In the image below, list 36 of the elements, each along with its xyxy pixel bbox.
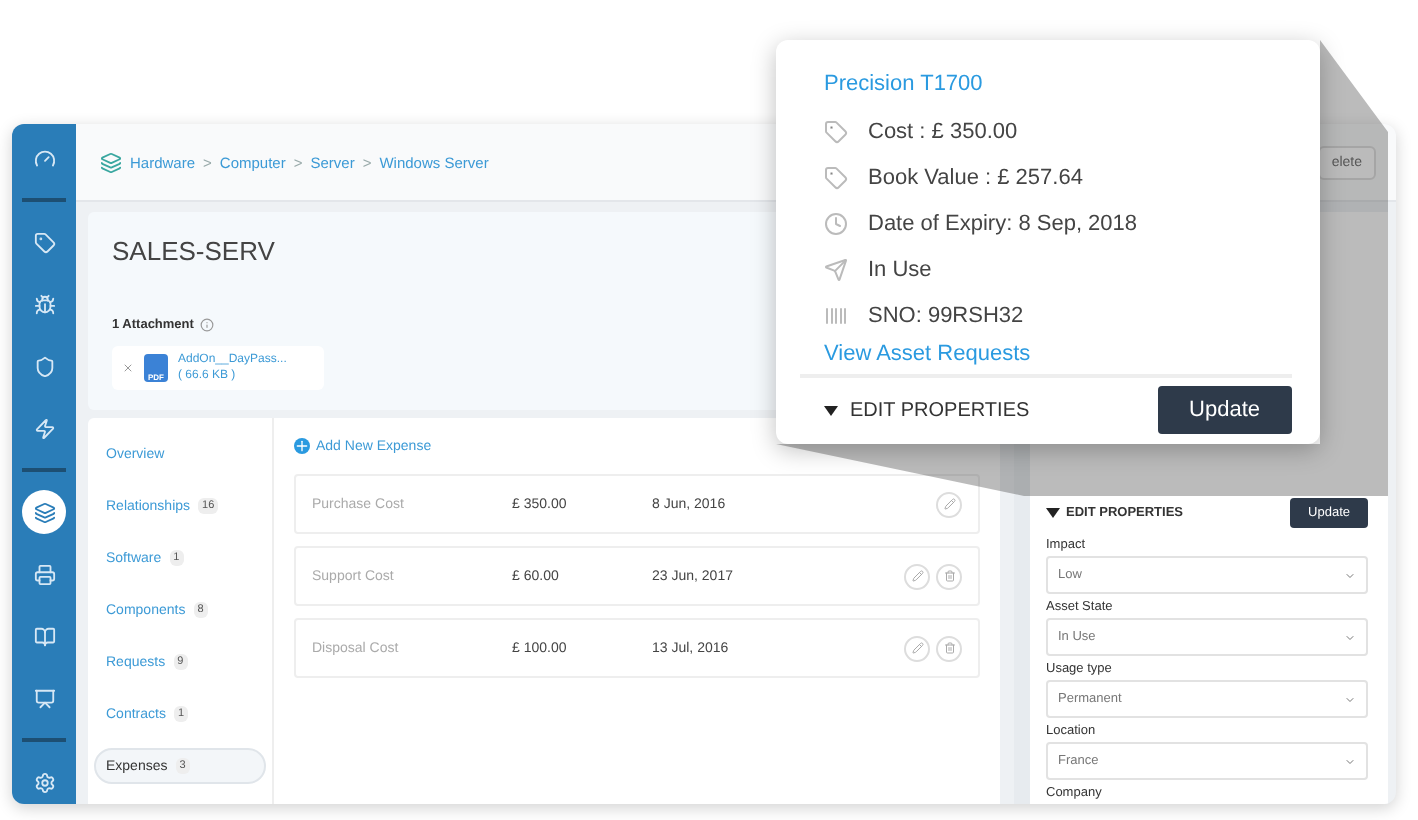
close-icon[interactable] — [122, 362, 134, 374]
popup-title: Precision T1700 — [824, 72, 985, 96]
trash-icon — [943, 642, 955, 654]
asset-title: SALES-SERV — [112, 236, 277, 266]
chevron-icon — [1344, 631, 1356, 643]
edit-button[interactable] — [904, 563, 930, 589]
edit-properties-toggle[interactable]: EDIT PROPERTIES — [824, 399, 1030, 421]
edit-button[interactable] — [904, 635, 930, 661]
tag-icon — [824, 165, 848, 189]
pencil-icon — [911, 570, 923, 582]
detail-text: SNO: 99RSH32 — [868, 303, 1024, 327]
info-icon — [199, 318, 214, 332]
barcode-icon — [824, 303, 848, 327]
edit-button[interactable] — [936, 491, 962, 517]
chevron-icon — [1344, 569, 1356, 581]
chevron-icon — [1344, 755, 1356, 767]
chevron-icon — [1344, 693, 1356, 705]
update-button[interactable]: Update — [1157, 386, 1292, 434]
trash-icon — [943, 570, 955, 582]
clock-icon — [824, 211, 848, 235]
stack-icon — [100, 151, 122, 173]
asset-requests-link[interactable]: View Asset Requests — [824, 342, 1292, 366]
detail-text: Date of Expiry: 8 Sep, 2018 — [868, 211, 1138, 235]
detail-text: Book Value : £ 257.64 — [868, 165, 1083, 189]
triangle-icon — [1046, 508, 1060, 518]
pencil-icon — [911, 642, 923, 654]
paper-plane-icon — [824, 257, 848, 281]
detail-text: In Use — [868, 257, 932, 281]
delete-button[interactable] — [936, 635, 962, 661]
plus-icon — [294, 438, 310, 454]
triangle-icon — [824, 405, 838, 415]
tag-icon — [824, 119, 848, 143]
detail-text: Cost : £ 350.00 — [868, 119, 1018, 143]
pencil-icon — [943, 498, 955, 510]
delete-button[interactable] — [936, 563, 962, 589]
stack-icon[interactable] — [22, 490, 66, 534]
